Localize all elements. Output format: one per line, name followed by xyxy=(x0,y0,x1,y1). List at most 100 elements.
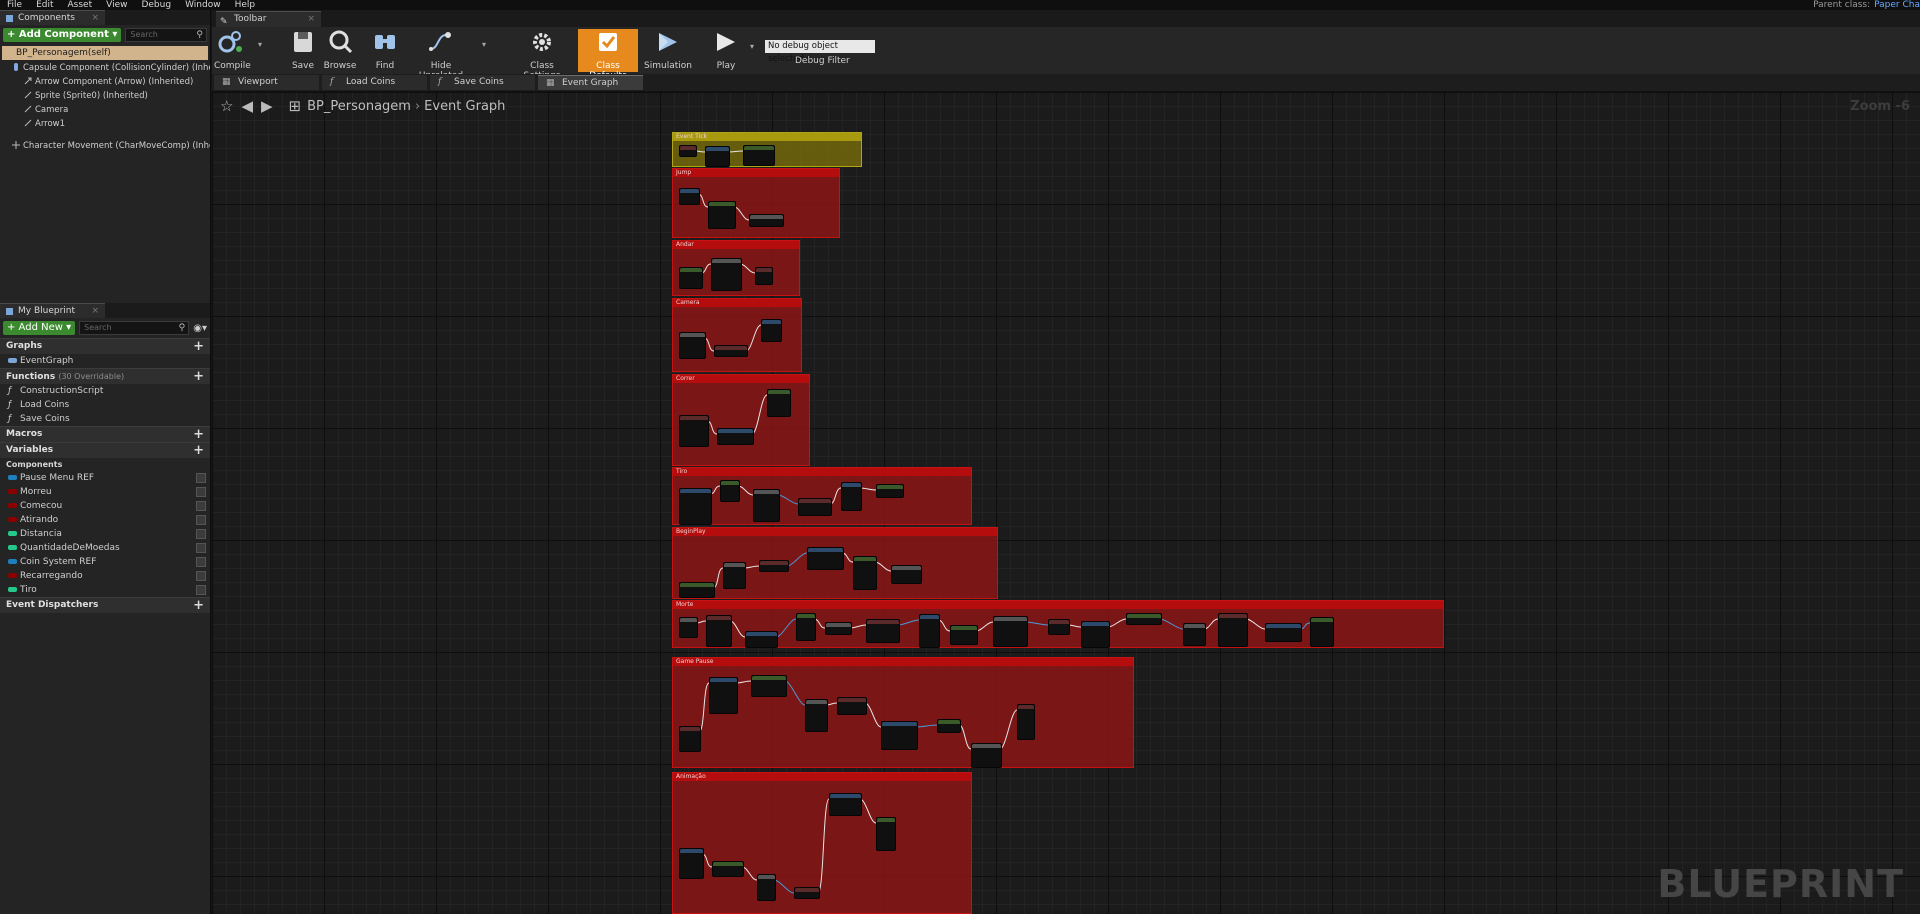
graph-node[interactable] xyxy=(679,415,709,447)
component-self-item[interactable]: BP_Personagem(self) xyxy=(2,46,208,60)
component-tree-item[interactable]: Capsule Component (CollisionCylinder) (I… xyxy=(0,61,210,75)
comment-box[interactable]: Game Pause xyxy=(672,657,1134,768)
add-graph-icon[interactable]: + xyxy=(193,339,204,354)
variable-item[interactable]: Atirando xyxy=(0,513,210,527)
comment-box[interactable]: Camera xyxy=(672,298,802,372)
graph-node[interactable] xyxy=(1126,613,1162,625)
compile-options-icon[interactable]: ▾ xyxy=(258,40,262,49)
graph-node[interactable] xyxy=(796,613,816,641)
components-category[interactable]: Components xyxy=(0,458,210,471)
graph-node[interactable] xyxy=(717,428,754,445)
graph-node[interactable] xyxy=(709,677,738,714)
graph-node[interactable] xyxy=(937,719,961,733)
back-arrow-icon[interactable]: ◀ xyxy=(241,97,253,115)
component-tree-item[interactable]: Sprite (Sprite0) (Inherited) xyxy=(0,89,210,103)
breadcrumb-graph[interactable]: Event Graph xyxy=(424,99,505,114)
close-icon[interactable]: × xyxy=(91,11,99,26)
graph-node[interactable] xyxy=(881,721,918,750)
tab-components[interactable]: Components × xyxy=(0,10,105,25)
tab-event-graph[interactable]: ▦ Event Graph xyxy=(538,75,643,90)
variable-item[interactable]: Comecou xyxy=(0,499,210,513)
variable-item[interactable]: Recarregando xyxy=(0,569,210,583)
graph-node[interactable] xyxy=(1218,613,1248,647)
menu-debug[interactable]: Debug xyxy=(134,0,178,10)
comment-box[interactable]: Event Tick xyxy=(672,132,862,167)
graph-node[interactable] xyxy=(950,625,978,645)
graph-node[interactable] xyxy=(706,615,732,647)
graph-node[interactable] xyxy=(876,817,896,851)
menu-asset[interactable]: Asset xyxy=(61,0,100,10)
graph-node[interactable] xyxy=(798,498,832,516)
tab-my-blueprint[interactable]: My Blueprint × xyxy=(0,303,105,318)
graph-node[interactable] xyxy=(761,319,782,342)
graph-node[interactable] xyxy=(805,699,828,732)
tab-toolbar[interactable]: ✎ Toolbar × xyxy=(216,11,321,27)
visibility-eye-icon[interactable] xyxy=(196,501,206,511)
component-tree-item[interactable]: Character Movement (CharMoveComp) (Inher… xyxy=(0,139,210,153)
comment-box[interactable]: Andar xyxy=(672,240,800,296)
graph-node[interactable] xyxy=(1310,617,1334,647)
variable-item[interactable]: QuantidadeDeMoedas xyxy=(0,541,210,555)
tab-save-coins[interactable]: f Save Coins xyxy=(430,75,535,90)
graph-node[interactable] xyxy=(759,560,789,572)
comment-box[interactable]: Morte xyxy=(672,600,1444,648)
event-graph-canvas[interactable]: ☆ ◀ ▶ ⊞ BP_Personagem › Event Graph Zoom… xyxy=(212,92,1920,914)
browse-button[interactable]: Browse xyxy=(322,29,358,72)
graph-node[interactable] xyxy=(749,214,784,227)
add-function-icon[interactable]: + xyxy=(193,369,204,384)
graph-node[interactable] xyxy=(1265,623,1302,642)
visibility-eye-icon[interactable] xyxy=(196,585,206,595)
graph-node[interactable] xyxy=(679,726,701,752)
variable-item[interactable]: Distancia xyxy=(0,527,210,541)
variable-item[interactable]: Morreu xyxy=(0,485,210,499)
visibility-eye-icon[interactable] xyxy=(196,543,206,553)
graph-node[interactable] xyxy=(866,619,900,643)
tab-load-coins[interactable]: f Load Coins xyxy=(322,75,427,90)
graph-node[interactable] xyxy=(993,616,1028,647)
hide-unrelated-options-icon[interactable]: ▾ xyxy=(482,40,486,49)
graph-node[interactable] xyxy=(705,146,730,167)
menu-view[interactable]: View xyxy=(99,0,134,10)
function-item[interactable]: ƒ Load Coins xyxy=(0,398,210,412)
visibility-eye-icon[interactable] xyxy=(196,557,206,567)
close-icon[interactable]: × xyxy=(307,12,315,27)
comment-box[interactable]: Animação xyxy=(672,772,972,914)
functions-section[interactable]: Functions (30 Overridable) + xyxy=(0,368,210,384)
compile-button[interactable]: Compile xyxy=(214,29,251,72)
graph-node[interactable] xyxy=(679,145,697,157)
add-variable-icon[interactable]: + xyxy=(193,443,204,458)
variable-item[interactable]: Coin System REF xyxy=(0,555,210,569)
menu-file[interactable]: File xyxy=(0,0,29,10)
graph-node[interactable] xyxy=(711,258,742,291)
hide-unrelated-button[interactable]: Hide Unrelated xyxy=(410,29,472,81)
add-dispatcher-icon[interactable]: + xyxy=(193,598,204,613)
variable-item[interactable]: Pause Menu REF xyxy=(0,471,210,485)
graph-node[interactable] xyxy=(841,482,862,511)
comment-box[interactable]: Tiro xyxy=(672,467,972,525)
graph-node[interactable] xyxy=(751,675,787,697)
graph-node[interactable] xyxy=(757,874,776,901)
my-blueprint-search-input[interactable]: Search ⚲ xyxy=(79,321,190,335)
menu-window[interactable]: Window xyxy=(178,0,228,10)
variable-item[interactable]: Tiro xyxy=(0,583,210,597)
graph-node[interactable] xyxy=(767,389,791,417)
graph-node[interactable] xyxy=(679,488,712,525)
graph-node[interactable] xyxy=(753,489,780,522)
graph-node[interactable] xyxy=(720,480,740,502)
variables-section[interactable]: Variables + xyxy=(0,442,210,458)
graph-node[interactable] xyxy=(807,547,844,570)
menu-edit[interactable]: Edit xyxy=(29,0,60,10)
graph-node[interactable] xyxy=(679,188,700,205)
menu-help[interactable]: Help xyxy=(228,0,263,10)
graph-node[interactable] xyxy=(1017,704,1035,740)
add-new-button[interactable]: + Add New ▾ xyxy=(3,321,76,335)
graphs-section[interactable]: Graphs + xyxy=(0,338,210,354)
save-button[interactable]: Save xyxy=(288,29,318,72)
function-item[interactable]: ƒ Save Coins xyxy=(0,412,210,426)
graph-node[interactable] xyxy=(679,332,706,359)
favorite-star-icon[interactable]: ☆ xyxy=(220,97,233,115)
graph-node[interactable] xyxy=(723,562,746,589)
components-search-input[interactable]: Search ⚲ xyxy=(125,28,207,42)
component-tree-item[interactable]: Arrow Component (Arrow) (Inherited) xyxy=(0,75,210,89)
visibility-eye-icon[interactable] xyxy=(196,487,206,497)
